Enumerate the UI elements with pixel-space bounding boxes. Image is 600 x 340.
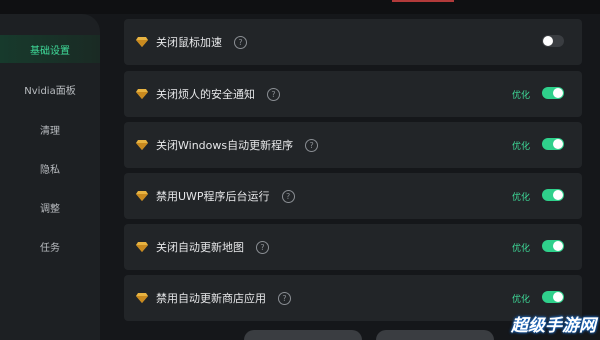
sidebar-item-tweaks[interactable]: 调整 bbox=[0, 193, 100, 221]
sidebar-item-nvidia-panel[interactable]: Nvidia面板 bbox=[0, 75, 100, 103]
toggle-knob bbox=[553, 88, 563, 98]
sidebar-item-label: Nvidia面板 bbox=[24, 85, 76, 97]
help-icon[interactable]: ? bbox=[267, 87, 280, 101]
status-badge: 优化 bbox=[511, 141, 530, 152]
sidebar-item-tasks[interactable]: 任务 bbox=[0, 232, 100, 260]
gem-icon bbox=[136, 191, 148, 201]
help-icon[interactable]: ? bbox=[305, 138, 319, 152]
toggle-switch[interactable] bbox=[542, 87, 564, 99]
sidebar: 基础设置 Nvidia面板 清理 隐私 调整 任务 bbox=[0, 14, 100, 340]
bottom-button-left[interactable] bbox=[244, 330, 362, 340]
status-badge: 优化 bbox=[511, 192, 530, 203]
toggle-switch[interactable] bbox=[542, 138, 564, 150]
sidebar-item-cleanup[interactable]: 清理 bbox=[0, 115, 100, 143]
toggle-knob bbox=[543, 36, 553, 46]
setting-label: 关闭自动更新地图 bbox=[156, 241, 244, 254]
setting-row-uwp-background: 禁用UWP程序后台运行? 优化 bbox=[124, 173, 582, 219]
setting-label: 关闭烦人的安全通知 bbox=[156, 88, 255, 101]
setting-label: 关闭鼠标加速 bbox=[156, 36, 222, 49]
setting-row-mouse-accel: 关闭鼠标加速? bbox=[124, 19, 582, 65]
toggle-switch[interactable] bbox=[542, 189, 564, 201]
gem-icon bbox=[136, 37, 148, 47]
settings-panel: 关闭鼠标加速? 关闭烦人的安全通知? 优化 关闭Windows自动更新程序? 优… bbox=[100, 14, 600, 340]
gem-icon bbox=[136, 293, 148, 303]
toggle-switch[interactable] bbox=[542, 291, 564, 303]
toggle-knob bbox=[553, 190, 563, 200]
gem-icon bbox=[136, 242, 148, 252]
toggle-switch[interactable] bbox=[542, 240, 564, 252]
setting-row-windows-update: 关闭Windows自动更新程序? 优化 bbox=[124, 122, 582, 168]
setting-row-security-notice: 关闭烦人的安全通知? 优化 bbox=[124, 71, 582, 117]
status-badge: 优化 bbox=[511, 90, 530, 101]
sidebar-item-label: 任务 bbox=[40, 242, 60, 254]
sidebar-item-basic-settings[interactable]: 基础设置 bbox=[0, 35, 100, 63]
toggle-knob bbox=[553, 139, 563, 149]
setting-row-map-update: 关闭自动更新地图? 优化 bbox=[124, 224, 582, 270]
toggle-switch[interactable] bbox=[542, 35, 564, 47]
sidebar-item-label: 清理 bbox=[40, 125, 60, 137]
gem-icon bbox=[136, 140, 148, 150]
help-icon[interactable]: ? bbox=[234, 35, 247, 49]
setting-label: 禁用UWP程序后台运行 bbox=[156, 190, 270, 203]
gem-icon bbox=[136, 89, 148, 99]
toggle-knob bbox=[553, 241, 563, 251]
help-icon[interactable]: ? bbox=[281, 189, 295, 203]
help-icon[interactable]: ? bbox=[278, 291, 291, 305]
setting-label: 禁用自动更新商店应用 bbox=[156, 292, 266, 305]
setting-label: 关闭Windows自动更新程序 bbox=[156, 139, 294, 152]
top-strip bbox=[0, 0, 600, 14]
sidebar-item-privacy[interactable]: 隐私 bbox=[0, 154, 100, 182]
status-badge: 优化 bbox=[511, 243, 530, 254]
bottom-button-right[interactable] bbox=[376, 330, 494, 340]
help-icon[interactable]: ? bbox=[256, 240, 269, 254]
toggle-knob bbox=[553, 292, 563, 302]
top-accent-line bbox=[392, 0, 454, 2]
watermark-logo: 超级手游网 bbox=[511, 316, 596, 336]
sidebar-item-label: 隐私 bbox=[40, 164, 60, 176]
sidebar-item-label: 调整 bbox=[40, 203, 60, 215]
sidebar-item-label: 基础设置 bbox=[30, 45, 70, 57]
